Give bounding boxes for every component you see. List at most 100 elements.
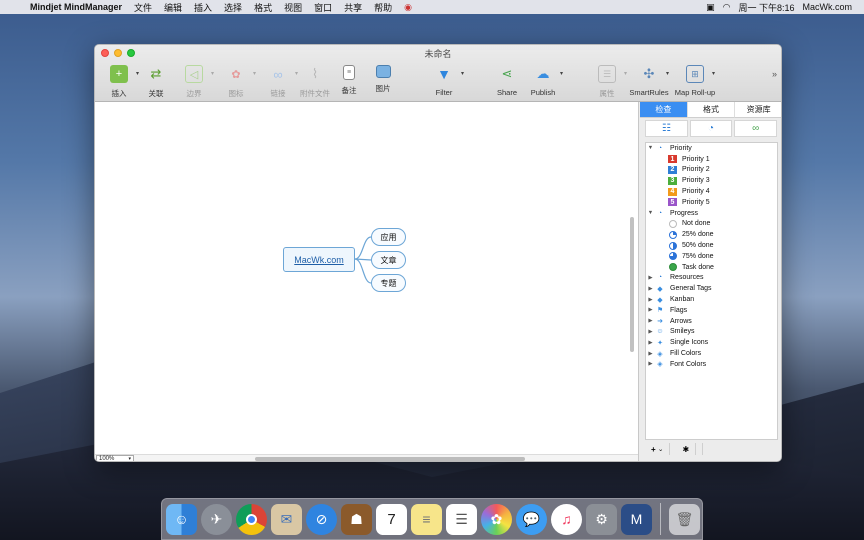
map-rollup-button[interactable]: ⊞ ▾ Map Roll-up (673, 65, 717, 97)
icon-button[interactable]: ✿ ▾ 图标 (214, 65, 258, 99)
calendar-icon[interactable]: 7 (376, 503, 407, 535)
list-item[interactable]: 50% done (646, 240, 777, 251)
gear-button[interactable]: ✱ (670, 443, 704, 455)
list-item[interactable]: 75% done (646, 251, 777, 262)
photos-icon[interactable]: ✿ (481, 503, 512, 535)
group-flags[interactable]: ▶ ⚑ Flags (646, 305, 777, 316)
chevron-down-icon[interactable]: ▾ (712, 70, 715, 77)
launchpad-icon[interactable]: ✈ (201, 503, 232, 535)
mail-stamp-icon[interactable]: ✉ (271, 503, 302, 535)
notes-app-icon[interactable]: ≡ (411, 503, 442, 535)
group-resources[interactable]: ▶ ◔ Resources (646, 273, 777, 284)
group-smileys[interactable]: ▶ ☺ Smileys (646, 327, 777, 338)
tab-inspect[interactable]: 检查 (640, 102, 688, 118)
contacts-icon[interactable]: ☗ (341, 503, 372, 535)
list-item[interactable]: 5 Priority 5 (646, 197, 777, 208)
task-info-icon[interactable]: ◔ (689, 120, 733, 137)
menu-bar: Mindjet MindManager 文件 编辑 插入 选择 格式 视图 窗口… (0, 0, 864, 14)
boundary-button[interactable]: ◁ ▾ 边界 (172, 65, 216, 99)
safari-icon[interactable]: ⊘ (306, 503, 337, 535)
central-topic[interactable]: MacWk.com (283, 247, 355, 272)
disclosure-closed-icon[interactable]: ▶ (646, 351, 655, 357)
chevron-down-icon[interactable]: ▾ (560, 70, 563, 77)
priority-1-icon: 1 (668, 155, 677, 164)
list-item[interactable]: 25% done (646, 229, 777, 240)
smartrules-button[interactable]: ✣ ▾ SmartRules (627, 65, 671, 97)
trash-icon[interactable]: 🗑 (669, 503, 700, 535)
tab-library[interactable]: 资源库 (735, 102, 781, 118)
disclosure-closed-icon[interactable]: ▶ (646, 275, 655, 281)
messages-icon[interactable]: 💬 (516, 503, 547, 535)
chevron-down-icon[interactable]: ▾ (666, 70, 669, 77)
menu-window[interactable]: 窗口 (308, 1, 338, 14)
group-general-tags[interactable]: ▶ ◆ General Tags (646, 283, 777, 294)
menu-view[interactable]: 视图 (278, 1, 308, 14)
menu-clock[interactable]: 周一 下午8:16 (738, 1, 794, 14)
links-panel-icon[interactable]: ∞ (734, 120, 778, 137)
map-canvas[interactable]: MacWk.com 应用 文章 专题 100% ▾ (95, 102, 638, 462)
disclosure-closed-icon[interactable]: ▶ (646, 329, 655, 335)
menu-help[interactable]: 帮助 (368, 1, 398, 14)
list-item[interactable]: 3 Priority 3 (646, 175, 777, 186)
group-priority[interactable]: ▼ ◔ Priority (646, 143, 777, 154)
filter-button[interactable]: ▼ ▾ Filter (422, 65, 466, 97)
group-single-icons[interactable]: ▶ ✦ Single Icons (646, 337, 777, 348)
single-icons-icon: ✦ (657, 339, 663, 347)
menu-file[interactable]: 文件 (128, 1, 158, 14)
flag-icon: ⚑ (656, 307, 664, 315)
group-fill-colors[interactable]: ▶ ◈ Fill Colors (646, 348, 777, 359)
menu-insert[interactable]: 插入 (188, 1, 218, 14)
publish-button[interactable]: ☁ ▾ Publish (521, 65, 565, 97)
boundary-label: 边界 (186, 89, 202, 98)
disclosure-closed-icon[interactable]: ▶ (646, 286, 655, 292)
subtopic-special[interactable]: 专题 (371, 274, 406, 292)
menu-app-name[interactable]: Mindjet MindManager (28, 2, 128, 12)
chrome-icon[interactable] (236, 503, 267, 535)
list-item[interactable]: Not done (646, 219, 777, 230)
list-item[interactable]: 4 Priority 4 (646, 186, 777, 197)
menu-edit[interactable]: 编辑 (158, 1, 188, 14)
disclosure-closed-icon[interactable]: ▶ (646, 318, 655, 324)
group-font-colors[interactable]: ▶ ◈ Font Colors (646, 359, 777, 370)
mindjet-status-icon[interactable]: ◉ (398, 2, 418, 13)
group-progress[interactable]: ▼ ◔ Progress (646, 208, 777, 219)
music-icon[interactable]: ♫ (551, 503, 582, 535)
display-icon[interactable]: ▣ (706, 2, 715, 13)
menu-select[interactable]: 选择 (218, 1, 248, 14)
disclosure-closed-icon[interactable]: ▶ (646, 361, 655, 367)
group-label: Arrows (670, 317, 692, 325)
dock-separator (660, 503, 661, 535)
finder-icon[interactable]: ☺ (166, 503, 197, 535)
properties-button[interactable]: ☰ ▾ 属性 (585, 65, 629, 99)
tab-format[interactable]: 格式 (687, 102, 736, 118)
disclosure-closed-icon[interactable]: ▶ (646, 307, 655, 313)
group-kanban[interactable]: ▶ ◆ Kanban (646, 294, 777, 305)
toolbar-overflow-icon[interactable]: » (772, 69, 777, 79)
list-item[interactable]: 1 Priority 1 (646, 154, 777, 165)
image-button[interactable]: 图片 (361, 65, 405, 94)
chevron-down-icon: ▾ (128, 456, 131, 462)
chevron-down-icon[interactable]: ▾ (461, 70, 464, 77)
group-arrows[interactable]: ▶ ➜ Arrows (646, 316, 777, 327)
menu-format[interactable]: 格式 (248, 1, 278, 14)
disclosure-closed-icon[interactable]: ▶ (646, 297, 655, 303)
system-preferences-icon[interactable]: ⚙ (586, 503, 617, 535)
menu-share[interactable]: 共享 (338, 1, 368, 14)
disclosure-open-icon[interactable]: ▼ (646, 145, 655, 151)
list-item[interactable]: Task done (646, 262, 777, 273)
vertical-scrollbar[interactable] (630, 217, 634, 352)
disclosure-open-icon[interactable]: ▼ (646, 210, 655, 216)
wifi-icon[interactable]: ◠ (723, 2, 731, 13)
mindmanager-icon[interactable]: M (621, 503, 652, 535)
reminders-icon[interactable]: ☰ (446, 503, 477, 535)
share-label: Share (496, 88, 517, 97)
add-marker-button[interactable]: + ⌄ (645, 443, 671, 455)
horizontal-scrollbar[interactable] (255, 457, 525, 461)
list-item[interactable]: 2 Priority 2 (646, 165, 777, 176)
zoom-select[interactable]: 100% ▾ (96, 455, 134, 462)
markers-list-icon[interactable]: ☷ (645, 120, 688, 137)
subtopic-article[interactable]: 文章 (371, 251, 406, 269)
disclosure-closed-icon[interactable]: ▶ (646, 340, 655, 346)
subtopic-app[interactable]: 应用 (371, 228, 406, 246)
image-label: 图片 (375, 84, 391, 93)
